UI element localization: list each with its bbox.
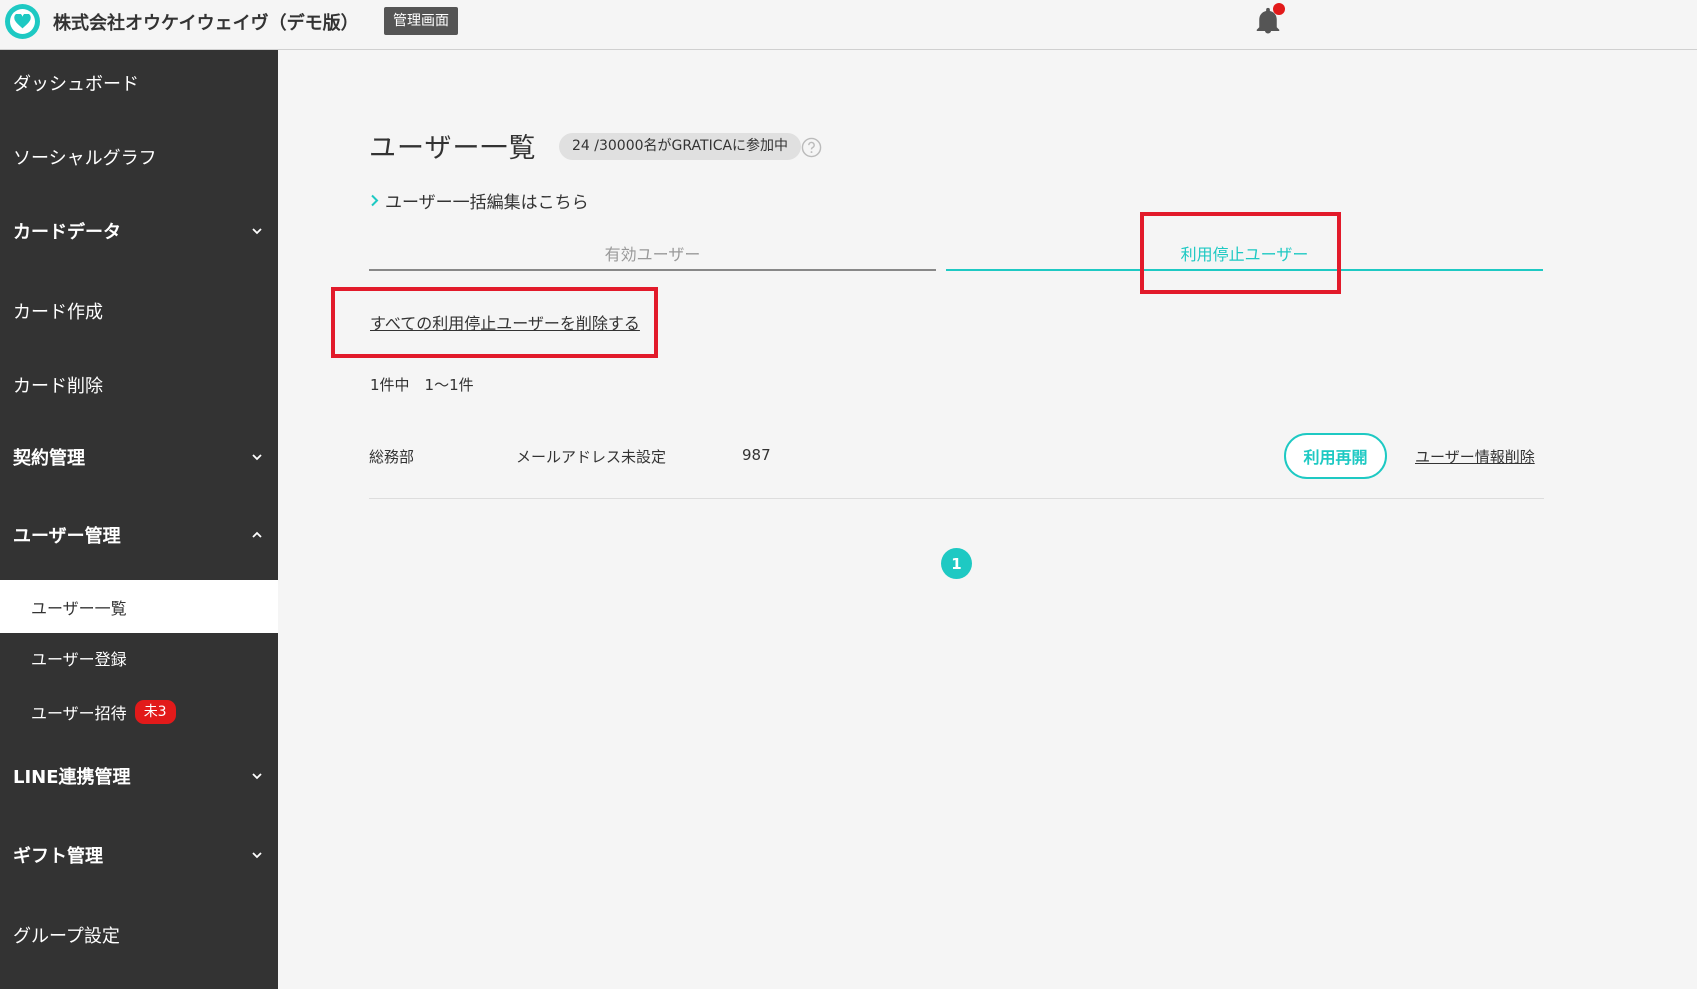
notification-dot xyxy=(1273,3,1285,15)
pagination-page[interactable]: 1 xyxy=(941,548,972,579)
resume-button[interactable]: 利用再開 xyxy=(1284,433,1387,479)
sidebar-item-label: ソーシャルグラフ xyxy=(13,148,157,169)
sidebar: ダッシュボード ソーシャルグラフ カードデータ カード作成 カード削除 契約管理… xyxy=(0,50,278,989)
sidebar-item-dashboard[interactable]: ダッシュボード xyxy=(0,59,278,107)
delete-all-suspended-link[interactable]: すべての利用停止ユーザーを削除する xyxy=(370,310,640,334)
sidebar-item-label: 契約管理 xyxy=(13,448,85,469)
bulk-edit-link[interactable]: ユーザー一括編集はこちら xyxy=(370,188,589,213)
sidebar-subitem-user-invite[interactable]: ユーザー招待 未3 xyxy=(0,692,278,732)
tab-label: 有効ユーザー xyxy=(604,245,701,264)
tab-suspended-users[interactable]: 利用停止ユーザー xyxy=(946,241,1543,271)
app-logo[interactable] xyxy=(5,4,40,39)
sidebar-item-label: カード作成 xyxy=(13,302,103,323)
chevron-down-icon xyxy=(252,852,262,859)
sidebar-subitem-label: ユーザー招待 xyxy=(31,704,127,723)
email-cell: メールアドレス未設定 xyxy=(516,448,667,466)
page-title: ユーザー一覧 xyxy=(369,133,537,164)
chevron-down-icon xyxy=(252,228,262,235)
sidebar-item-group-settings[interactable]: グループ設定 xyxy=(0,911,278,959)
result-range-text: 1件中 1〜1件 xyxy=(370,376,474,394)
tab-label: 利用停止ユーザー xyxy=(1180,245,1309,264)
admin-badge: 管理画面 xyxy=(384,7,458,35)
sidebar-item-label: カードデータ xyxy=(13,222,121,243)
sidebar-item-label: カード削除 xyxy=(13,376,103,397)
department-cell: 総務部 xyxy=(369,448,415,466)
bulk-edit-label: ユーザー一括編集はこちら xyxy=(385,193,589,213)
sidebar-item-card-delete[interactable]: カード削除 xyxy=(0,361,278,409)
sidebar-item-label: グループ設定 xyxy=(13,926,120,947)
help-icon[interactable] xyxy=(801,137,822,158)
heart-icon xyxy=(10,9,35,34)
sidebar-item-gift[interactable]: ギフト管理 xyxy=(0,831,278,879)
chevron-down-icon xyxy=(252,773,262,780)
sidebar-subitem-label: ユーザー一覧 xyxy=(31,598,127,618)
sidebar-item-label: ユーザー管理 xyxy=(13,526,121,547)
chevron-right-icon xyxy=(371,194,379,207)
chevron-up-icon xyxy=(252,531,262,538)
company-name: 株式会社オウケイウェイヴ（デモ版） xyxy=(53,13,359,34)
sidebar-item-label: ギフト管理 xyxy=(13,846,103,867)
sidebar-item-line[interactable]: LINE連携管理 xyxy=(0,752,278,800)
sidebar-subitem-user-register[interactable]: ユーザー登録 xyxy=(0,638,278,678)
id-cell: 987 xyxy=(742,446,771,464)
sidebar-item-contract[interactable]: 契約管理 xyxy=(0,433,278,481)
sidebar-item-label: LINE連携管理 xyxy=(13,767,131,788)
sidebar-item-social-graph[interactable]: ソーシャルグラフ xyxy=(0,133,278,181)
sidebar-subitem-label: ユーザー登録 xyxy=(31,650,127,669)
tab-active-users[interactable]: 有効ユーザー xyxy=(369,241,936,271)
unread-badge: 未3 xyxy=(134,700,176,724)
table-row: 総務部 メールアドレス未設定 987 利用再開 ユーザー情報削除 xyxy=(369,428,1544,499)
sidebar-item-card-data[interactable]: カードデータ xyxy=(0,207,278,255)
sidebar-item-card-create[interactable]: カード作成 xyxy=(0,287,278,335)
sidebar-item-user-management[interactable]: ユーザー管理 xyxy=(0,511,278,559)
sidebar-item-label: ダッシュボード xyxy=(13,74,139,95)
delete-user-info-link[interactable]: ユーザー情報削除 xyxy=(1415,446,1535,467)
top-header: 株式会社オウケイウェイヴ（デモ版） 管理画面 xyxy=(0,0,1697,50)
participant-count-badge: 24 /30000名がGRATICAに参加中 xyxy=(559,133,802,160)
chevron-down-icon xyxy=(252,454,262,461)
sidebar-subitem-user-list[interactable]: ユーザー一覧 xyxy=(0,580,278,633)
